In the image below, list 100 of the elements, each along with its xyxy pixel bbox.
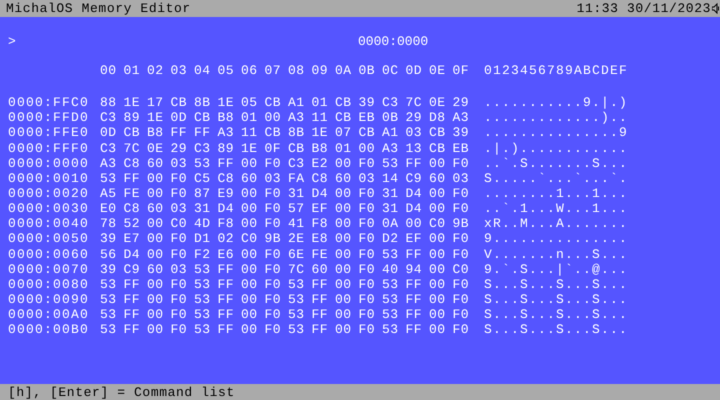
- hex-byte[interactable]: F8: [218, 216, 241, 232]
- hex-byte[interactable]: F0: [170, 322, 194, 338]
- hex-byte[interactable]: CB: [264, 125, 288, 140]
- hex-byte[interactable]: F0: [358, 307, 382, 322]
- hex-byte[interactable]: 31: [194, 201, 218, 216]
- hex-byte[interactable]: 00: [147, 307, 170, 322]
- hex-byte[interactable]: EB: [452, 140, 476, 156]
- hex-byte[interactable]: 53: [194, 156, 218, 171]
- hex-byte[interactable]: 00: [264, 110, 288, 126]
- hex-byte[interactable]: 03: [170, 201, 194, 216]
- hex-byte[interactable]: 60: [429, 170, 452, 186]
- hex-byte[interactable]: E0: [100, 201, 124, 216]
- hex-byte[interactable]: 00: [147, 231, 170, 246]
- hex-byte[interactable]: 0E: [429, 95, 452, 110]
- hex-byte[interactable]: C8: [218, 170, 241, 186]
- hex-byte[interactable]: 00: [241, 186, 264, 202]
- hex-byte[interactable]: FF: [312, 276, 335, 292]
- hex-byte[interactable]: FF: [218, 156, 241, 171]
- hex-byte[interactable]: C0: [429, 216, 452, 232]
- hex-byte[interactable]: CB: [288, 140, 312, 156]
- hex-byte[interactable]: F8: [312, 216, 335, 232]
- hex-byte[interactable]: F0: [452, 307, 476, 322]
- hex-byte[interactable]: 9B: [452, 216, 476, 232]
- hex-byte[interactable]: 03: [170, 262, 194, 277]
- hex-byte[interactable]: FF: [218, 262, 241, 277]
- hex-byte[interactable]: 00: [429, 292, 452, 308]
- hex-byte[interactable]: A5: [100, 186, 124, 202]
- hex-byte[interactable]: 00: [429, 231, 452, 246]
- hex-byte[interactable]: 00: [241, 322, 264, 338]
- hex-byte[interactable]: FF: [170, 125, 194, 140]
- hex-byte[interactable]: 03: [406, 125, 429, 140]
- hex-byte[interactable]: EF: [312, 201, 335, 216]
- hex-byte[interactable]: FF: [312, 307, 335, 322]
- hex-byte[interactable]: 0A: [382, 216, 406, 232]
- hex-byte[interactable]: FF: [406, 292, 429, 308]
- hex-byte[interactable]: C3: [100, 110, 124, 126]
- hex-byte[interactable]: A3: [100, 156, 124, 171]
- hex-byte[interactable]: FE: [312, 246, 335, 262]
- hex-byte[interactable]: 11: [312, 110, 335, 126]
- hex-byte[interactable]: F0: [264, 276, 288, 292]
- hex-byte[interactable]: F0: [170, 186, 194, 202]
- hex-byte[interactable]: CB: [124, 125, 147, 140]
- hex-byte[interactable]: 53: [382, 307, 406, 322]
- hex-byte[interactable]: CB: [170, 95, 194, 110]
- hex-byte[interactable]: 40: [382, 262, 406, 277]
- hex-byte[interactable]: F0: [170, 292, 194, 308]
- hex-byte[interactable]: F0: [358, 322, 382, 338]
- hex-byte[interactable]: D4: [406, 201, 429, 216]
- hex-byte[interactable]: 29: [170, 140, 194, 156]
- hex-byte[interactable]: F0: [170, 231, 194, 246]
- hex-byte[interactable]: 29: [452, 95, 476, 110]
- hex-byte[interactable]: F0: [358, 262, 382, 277]
- hex-byte[interactable]: D4: [218, 201, 241, 216]
- hex-byte[interactable]: D2: [382, 231, 406, 246]
- hex-byte[interactable]: 31: [382, 201, 406, 216]
- hex-byte[interactable]: D4: [124, 246, 147, 262]
- hex-byte[interactable]: A1: [288, 95, 312, 110]
- hex-byte[interactable]: 60: [147, 156, 170, 171]
- hex-byte[interactable]: B8: [218, 110, 241, 126]
- hex-byte[interactable]: A3: [382, 140, 406, 156]
- hex-byte[interactable]: F0: [358, 246, 382, 262]
- hex-byte[interactable]: FF: [218, 322, 241, 338]
- hex-byte[interactable]: FF: [406, 307, 429, 322]
- hex-byte[interactable]: F0: [452, 156, 476, 171]
- hex-byte[interactable]: C8: [312, 170, 335, 186]
- hex-byte[interactable]: 53: [382, 276, 406, 292]
- hex-byte[interactable]: 53: [100, 307, 124, 322]
- hex-byte[interactable]: E2: [312, 156, 335, 171]
- hex-byte[interactable]: 00: [335, 201, 358, 216]
- hex-byte[interactable]: 00: [241, 246, 264, 262]
- hex-byte[interactable]: F0: [170, 170, 194, 186]
- hex-byte[interactable]: 53: [194, 322, 218, 338]
- hex-byte[interactable]: D1: [194, 231, 218, 246]
- hex-byte[interactable]: FF: [218, 307, 241, 322]
- hex-byte[interactable]: F0: [264, 201, 288, 216]
- hex-byte[interactable]: 31: [382, 186, 406, 202]
- hex-byte[interactable]: FF: [124, 292, 147, 308]
- hex-byte[interactable]: FE: [124, 186, 147, 202]
- hex-byte[interactable]: C5: [194, 170, 218, 186]
- hex-byte[interactable]: F0: [264, 156, 288, 171]
- hex-byte[interactable]: F0: [452, 292, 476, 308]
- hex-byte[interactable]: 53: [100, 292, 124, 308]
- hex-byte[interactable]: 00: [335, 262, 358, 277]
- hex-byte[interactable]: 53: [288, 292, 312, 308]
- hex-byte[interactable]: FF: [124, 307, 147, 322]
- hex-byte[interactable]: C3: [100, 140, 124, 156]
- hex-byte[interactable]: 00: [241, 292, 264, 308]
- hex-byte[interactable]: F0: [358, 186, 382, 202]
- hex-byte[interactable]: 9B: [264, 231, 288, 246]
- hex-byte[interactable]: 89: [124, 110, 147, 126]
- hex-byte[interactable]: 53: [288, 322, 312, 338]
- hex-byte[interactable]: F0: [452, 246, 476, 262]
- hex-byte[interactable]: 8B: [194, 95, 218, 110]
- hex-byte[interactable]: 03: [170, 156, 194, 171]
- hex-byte[interactable]: 94: [406, 262, 429, 277]
- speaker-icon[interactable]: [712, 3, 720, 14]
- hex-byte[interactable]: 53: [382, 246, 406, 262]
- hex-byte[interactable]: F0: [452, 276, 476, 292]
- hex-byte[interactable]: 17: [147, 95, 170, 110]
- hex-byte[interactable]: 53: [382, 322, 406, 338]
